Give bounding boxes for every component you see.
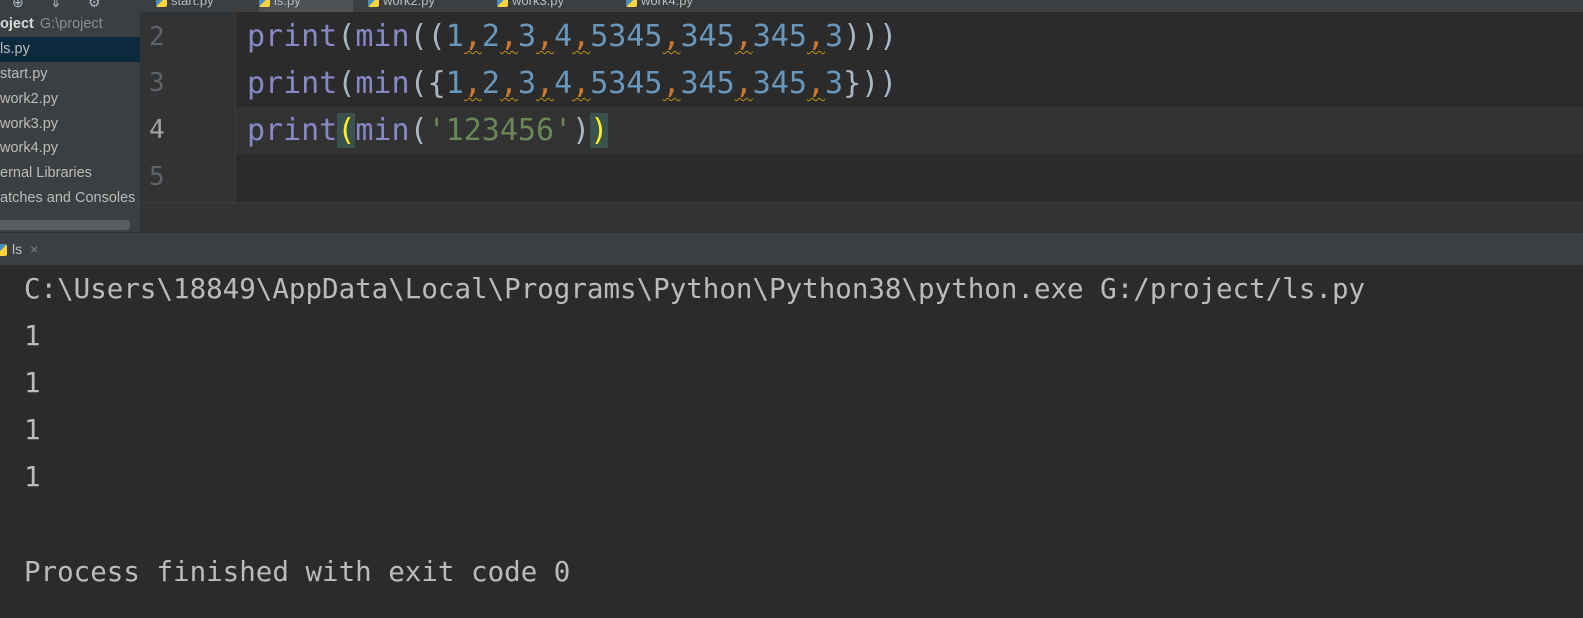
python-file-icon <box>156 0 167 8</box>
console-output-line: 1 <box>24 367 41 399</box>
tab-work3-py[interactable]: work3.py <box>497 0 564 12</box>
python-file-icon <box>368 0 379 8</box>
code-line-4: print(min('123456')) <box>247 113 609 148</box>
expand-icon[interactable]: ⇕ <box>50 0 62 11</box>
project-tree: oject G:\project ls.py start.py work2.py … <box>0 12 141 232</box>
code-line-3: print(min({1,2,3,4,5345,345,345,3})) <box>247 66 898 101</box>
close-icon[interactable]: × <box>30 241 38 257</box>
run-tool-window-header: ls × <box>0 232 1583 266</box>
tree-item-work4-py[interactable]: work4.py <box>0 136 140 161</box>
line-number: 5 <box>149 162 165 192</box>
matched-paren: ) <box>590 113 609 148</box>
locate-icon[interactable]: ⊕ <box>12 0 24 11</box>
tree-item-external-libraries[interactable]: ernal Libraries <box>0 161 140 186</box>
code-editor[interactable]: 2 3 4 5 print(min((1,2,3,4,5345,345,345,… <box>141 12 1583 202</box>
console-output-line: 1 <box>24 461 41 493</box>
tree-item-work2-py[interactable]: work2.py <box>0 87 140 112</box>
matched-paren: ( <box>337 113 356 148</box>
console-output-line: 1 <box>24 320 41 352</box>
console-output-line: 1 <box>24 414 41 446</box>
code-line-2: print(min((1,2,3,4,5345,345,345,3))) <box>247 19 898 54</box>
python-file-icon <box>497 0 508 8</box>
horizontal-scrollbar[interactable] <box>0 220 130 230</box>
python-file-icon <box>626 0 637 8</box>
console-command-line: C:\Users\18849\AppData\Local\Programs\Py… <box>24 273 1366 305</box>
tab-work2-py[interactable]: work2.py <box>368 0 435 12</box>
tab-work4-py[interactable]: work4.py <box>626 0 693 12</box>
tab-start-py[interactable]: start.py <box>156 0 214 12</box>
project-root[interactable]: oject G:\project <box>0 12 140 37</box>
tree-item-ls-py[interactable]: ls.py <box>0 37 140 62</box>
project-toolbar: ⊕ ⇕ ⚙ <box>0 0 140 12</box>
settings-icon[interactable]: ⚙ <box>88 0 101 11</box>
console-exit-message: Process finished with exit code 0 <box>24 556 571 588</box>
run-console[interactable]: C:\Users\18849\AppData\Local\Programs\Py… <box>0 265 1583 618</box>
python-file-icon <box>259 0 270 8</box>
line-number-current: 4 <box>149 115 165 145</box>
line-number: 3 <box>149 68 165 98</box>
tree-item-start-py[interactable]: start.py <box>0 62 140 87</box>
tree-item-scratches-and-consoles[interactable]: atches and Consoles <box>0 186 140 211</box>
tree-item-work3-py[interactable]: work3.py <box>0 112 140 137</box>
line-number-gutter: 2 3 4 5 <box>141 12 236 202</box>
run-tab-ls[interactable]: ls × <box>0 233 38 265</box>
editor-breadcrumb-bar <box>140 202 1583 233</box>
line-number: 2 <box>149 22 165 52</box>
python-run-icon <box>0 244 7 257</box>
